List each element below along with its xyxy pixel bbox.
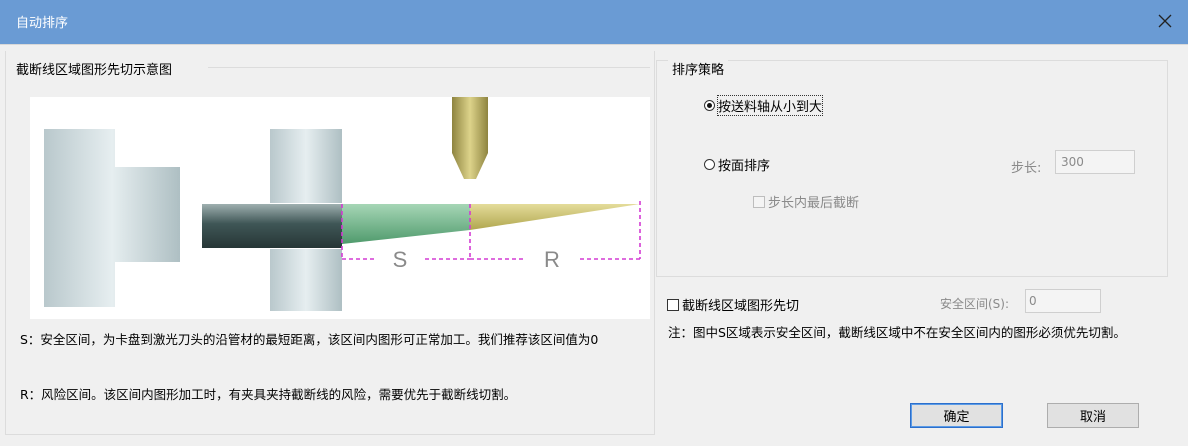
label-s: S [393,247,408,272]
radio-dot-checked[interactable] [704,100,715,111]
left-panel-title: 截断线区域图形先切示意图 [16,59,179,78]
safe-zone-label: 安全区间(S): [940,297,1010,311]
checkbox-last-cut[interactable]: 步长内最后截断 [753,192,859,211]
label-r: R [544,247,560,272]
cancel-button[interactable]: 取消 [1047,403,1139,428]
laser-nozzle-icon [452,97,488,179]
radio-dot[interactable] [704,159,715,170]
ok-button[interactable]: 确定 [910,403,1003,428]
cut-first-note: 注：图中S区域表示安全区间，截断线区域中不在安全区间内的图形必须优先切割。 [668,325,1126,340]
step-input[interactable] [1055,150,1135,174]
checkbox-cut-first[interactable]: 截断线区域图形先切 [667,295,799,314]
chuck-left [44,129,180,307]
window-title: 自动排序 [16,16,69,31]
risk-zone [470,204,640,230]
checkbox-box[interactable] [753,195,765,208]
strategy-title: 排序策略 [668,59,729,78]
group-divider [208,67,650,68]
safe-zone [342,204,470,244]
checkbox-cut-first-label: 截断线区域图形先切 [682,299,800,314]
radio-feed-axis[interactable]: 按送料轴从小到大 [704,95,824,116]
step-label: 步长: [1011,161,1042,176]
note-safe-zone: S：安全区间，为卡盘到激光刀头的沿管材的最短距离，该区间内图形可正常加工。我们推… [20,332,599,347]
tube [202,204,342,248]
checkbox-box[interactable] [667,298,679,311]
note-risk-zone: R：风险区间。该区间内图形加工时，有夹具夹持截断线的风险，需要优先于截断线切割。 [20,387,517,402]
close-icon[interactable] [1152,8,1178,34]
cut-diagram: S R [30,97,650,319]
radio-feed-axis-label: 按送料轴从小到大 [716,95,824,116]
checkbox-last-cut-label: 步长内最后截断 [768,196,860,211]
radio-by-face[interactable]: 按面排序 [704,155,770,174]
title-bar: 自动排序 [0,0,1188,44]
clamp-bottom [270,249,342,311]
clamp-top [270,129,342,203]
safe-zone-input[interactable] [1025,289,1101,313]
radio-by-face-label: 按面排序 [718,159,771,174]
